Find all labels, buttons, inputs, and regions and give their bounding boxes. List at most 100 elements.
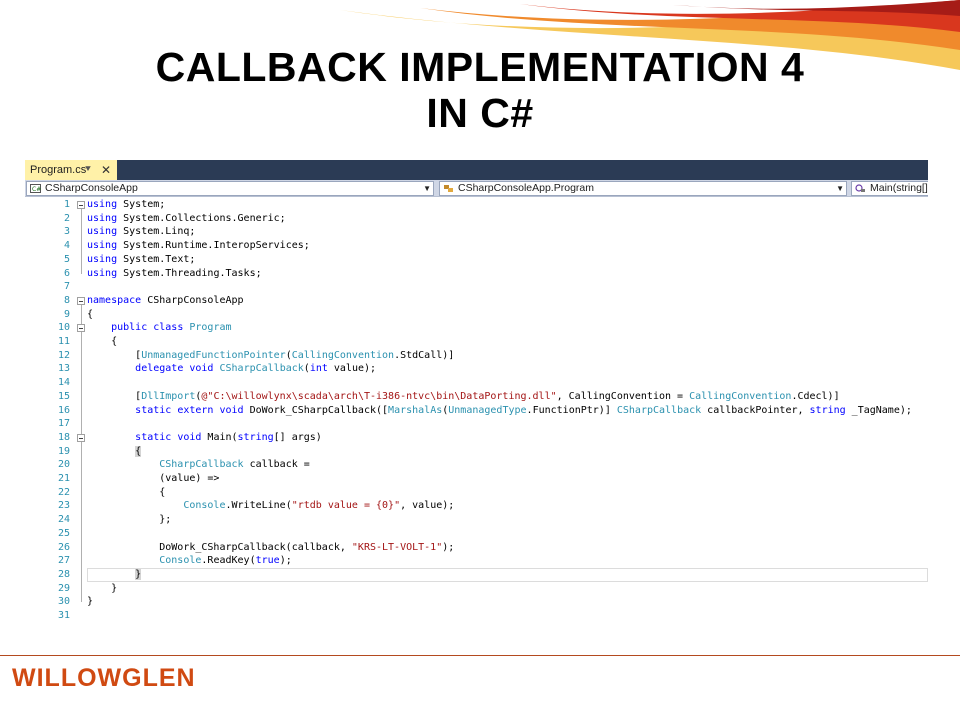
line-number: 1 — [63, 199, 70, 210]
code-token: [ — [87, 390, 142, 402]
code-text: static extern void DoWork_CSharpCallback… — [87, 404, 912, 418]
code-line[interactable]: 16 static extern void DoWork_CSharpCallb… — [25, 404, 928, 418]
code-token: Main( — [201, 431, 238, 443]
code-line[interactable]: 4 using System.Runtime.InteropServices; — [25, 239, 928, 253]
code-token: .WriteLine( — [225, 500, 292, 512]
willowglen-logo: WILLOWGLEN — [12, 664, 196, 692]
code-token: } — [87, 582, 118, 594]
code-line[interactable]: 23 Console.WriteLine("rtdb value = {0}",… — [25, 499, 928, 513]
code-editor[interactable]: 1 using System; 2 using System.Collections.… — [25, 198, 928, 625]
code-token: System.Runtime.InteropServices; — [123, 240, 310, 252]
line-number: 14 — [57, 377, 70, 389]
code-token: .FunctionPtr)] — [526, 404, 617, 416]
pin-icon[interactable]: ⯆ — [84, 160, 92, 180]
line-number: 11 — [57, 336, 70, 347]
code-token: { — [87, 308, 94, 320]
line-number: 23 — [57, 500, 70, 512]
code-line[interactable]: 29 } — [25, 582, 928, 596]
code-line[interactable]: 11 { — [25, 335, 928, 349]
code-token: ); — [279, 555, 292, 567]
keyword-token: public class — [111, 322, 184, 334]
collapse-toggle-icon[interactable] — [77, 433, 85, 442]
keyword-token: string — [809, 404, 846, 416]
keyword-token: string — [237, 431, 274, 443]
line-number: 7 — [63, 281, 70, 293]
slide-title-line-1: CALLBACK IMPLEMENTATION 4 — [155, 44, 805, 90]
code-line[interactable]: 6 using System.Threading.Tasks; — [25, 267, 928, 281]
line-number: 31 — [57, 610, 70, 621]
code-line[interactable]: 1 using System; — [25, 198, 928, 212]
code-text: using System.Threading.Tasks; — [87, 267, 262, 281]
keyword-token: delegate void — [135, 363, 214, 375]
code-text: using System.Linq; — [87, 225, 195, 239]
class-dropdown[interactable]: CSharpConsoleApp.Program ▼ — [439, 181, 847, 196]
string-token: @"C:\willowlynx\scada\arch\T-i386-ntvc\b… — [201, 390, 557, 402]
brace-match-token: } — [135, 568, 142, 580]
type-token: Console — [159, 555, 202, 567]
code-line[interactable]: 13 delegate void CSharpCallback(int valu… — [25, 362, 928, 376]
code-token: }; — [87, 514, 172, 526]
keyword-token: true — [255, 555, 280, 567]
line-number: 8 — [63, 294, 70, 306]
type-token: UnmanagedFunctionPointer — [141, 349, 286, 361]
code-line[interactable]: 15 [DllImport(@"C:\willowlynx\scada\arch… — [25, 390, 928, 404]
code-text: using System.Text; — [87, 253, 195, 267]
line-number: 9 — [63, 308, 70, 320]
code-line[interactable]: 7 — [25, 280, 928, 294]
code-line[interactable]: 8 namespace CSharpConsoleApp — [25, 294, 928, 308]
collapse-toggle-icon[interactable] — [77, 324, 85, 333]
code-token: CSharpConsoleApp — [141, 294, 244, 306]
code-text: CSharpCallback callback = — [87, 458, 310, 472]
code-text: { — [87, 308, 93, 322]
code-line[interactable]: 12 [UnmanagedFunctionPointer(CallingConv… — [25, 349, 928, 363]
code-line[interactable]: 18 static void Main(string[] args) — [25, 431, 928, 445]
code-line[interactable]: 30} — [25, 595, 928, 609]
code-token: System; — [123, 199, 166, 210]
member-dropdown[interactable]: Main(string[] — [851, 181, 928, 196]
code-text: { — [87, 335, 117, 349]
code-token: , CallingConvention = — [556, 390, 690, 402]
code-text: { — [87, 486, 165, 500]
close-icon[interactable]: ✕ — [101, 160, 111, 180]
code-line[interactable]: 26 DoWork_CSharpCallback(callback, "KRS-… — [25, 541, 928, 555]
class-icon — [444, 185, 453, 192]
code-token: DoWork_CSharpCallback([ — [243, 404, 389, 416]
code-token: value); — [327, 363, 377, 375]
code-line[interactable]: 9{ — [25, 308, 928, 322]
code-token: [] args) — [273, 431, 322, 443]
code-line[interactable]: 31 — [25, 609, 928, 623]
code-token: { — [87, 486, 166, 498]
document-tab-bar: Program.cs ⯆ ✕ — [25, 160, 928, 180]
type-token: Console — [183, 500, 226, 512]
line-number: 18 — [57, 431, 70, 443]
code-line[interactable]: 17 — [25, 417, 928, 431]
code-line[interactable]: 28 } — [25, 568, 928, 582]
svg-text:C#: C# — [32, 186, 41, 193]
code-line[interactable]: 24 }; — [25, 513, 928, 527]
code-line[interactable]: 21 (value) => — [25, 472, 928, 486]
type-token: CSharpCallback — [159, 459, 244, 471]
code-token: [ — [87, 349, 142, 361]
code-line[interactable]: 19 { — [25, 445, 928, 459]
keyword-token: using — [87, 267, 118, 279]
project-dropdown[interactable]: C# CSharpConsoleApp ▼ — [26, 181, 434, 196]
tab-program-cs[interactable]: Program.cs ⯆ ✕ — [25, 160, 117, 180]
code-line[interactable]: 25 — [25, 527, 928, 541]
code-line[interactable]: 3 using System.Linq; — [25, 225, 928, 239]
code-line[interactable]: 2 using System.Collections.Generic; — [25, 212, 928, 226]
string-token: "KRS-LT-VOLT-1" — [351, 541, 443, 553]
line-number: 25 — [57, 527, 70, 539]
code-line[interactable]: 14 — [25, 376, 928, 390]
collapse-toggle-icon[interactable] — [77, 201, 85, 209]
code-line[interactable]: 20 CSharpCallback callback = — [25, 458, 928, 472]
code-text: delegate void CSharpCallback(int value); — [87, 362, 376, 376]
code-line[interactable]: 22 { — [25, 486, 928, 500]
line-number: 28 — [57, 568, 70, 580]
code-line[interactable]: 27 Console.ReadKey(true); — [25, 554, 928, 568]
collapse-toggle-icon[interactable] — [77, 296, 85, 305]
code-line[interactable]: 10 public class Program — [25, 321, 928, 335]
code-line[interactable]: 5 using System.Text; — [25, 253, 928, 267]
code-text: using System.Runtime.InteropServices; — [87, 239, 310, 253]
